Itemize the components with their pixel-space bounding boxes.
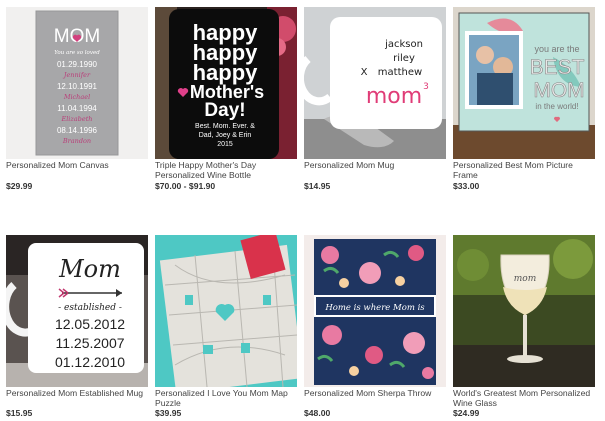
svg-text:Mom: Mom xyxy=(58,255,121,283)
svg-text:Dad, Joey & Erin: Dad, Joey & Erin xyxy=(199,132,252,139)
svg-text:Jennifer: Jennifer xyxy=(62,71,91,79)
svg-text:Elizabeth: Elizabeth xyxy=(60,115,92,123)
product-card[interactable]: Home is where Mom is Personalized Mom Sh… xyxy=(304,235,446,418)
product-image-picture-frame[interactable]: you are the BEST MOM in the world! xyxy=(453,7,595,159)
product-card[interactable]: Personalized I Love You Mom Map Puzzle $… xyxy=(155,235,297,418)
svg-text:Michael: Michael xyxy=(63,93,90,101)
product-card[interactable]: happy happy happy Mother's Day! Best. Mo… xyxy=(155,7,297,191)
product-price: $39.95 xyxy=(155,408,182,418)
product-price: $33.00 xyxy=(453,181,480,191)
svg-text:11.04.1994: 11.04.1994 xyxy=(57,104,97,113)
svg-text:BEST: BEST xyxy=(530,56,585,79)
product-image-mom-mug[interactable]: jackson riley matthew X mom 3 xyxy=(304,7,446,159)
svg-text:you are the: you are the xyxy=(534,44,579,54)
svg-text:Mother's: Mother's xyxy=(190,82,264,102)
svg-text:11.25.2007: 11.25.2007 xyxy=(55,335,124,351)
svg-text:2015: 2015 xyxy=(217,141,233,148)
product-name[interactable]: Personalized Best Mom Picture Frame xyxy=(453,160,595,180)
product-price: $14.95 xyxy=(304,181,331,191)
product-image-sherpa-throw[interactable]: Home is where Mom is xyxy=(304,235,446,387)
svg-text:12.10.1991: 12.10.1991 xyxy=(57,82,98,91)
svg-text:08.14.1996: 08.14.1996 xyxy=(57,126,98,135)
product-name[interactable]: Personalized Mom Established Mug xyxy=(6,388,148,398)
product-name[interactable]: Personalized Mom Sherpa Throw xyxy=(304,388,446,398)
product-image-wine-glass[interactable]: mom xyxy=(453,235,595,387)
svg-text:- established -: - established - xyxy=(58,303,122,313)
product-price: $24.99 xyxy=(453,408,480,418)
product-price: $70.00 - $91.90 xyxy=(155,181,216,191)
svg-text:Day!: Day! xyxy=(204,100,245,121)
product-image-mom-canvas[interactable]: MOM You are so loved 01.29.1990 Jennifer… xyxy=(6,7,148,159)
svg-text:Best. Mom. Ever. &: Best. Mom. Ever. & xyxy=(195,123,255,130)
product-card[interactable]: you are the BEST MOM in the world! Perso… xyxy=(453,7,595,191)
product-name[interactable]: Triple Happy Mother's Day Personalized W… xyxy=(155,160,297,180)
svg-text:Home is where Mom is: Home is where Mom is xyxy=(324,303,425,313)
svg-text:mom: mom xyxy=(366,84,422,109)
svg-text:You are so loved: You are so loved xyxy=(54,50,100,56)
svg-text:MOM: MOM xyxy=(533,79,584,102)
product-card[interactable]: jackson riley matthew X mom 3 Personaliz… xyxy=(304,7,446,191)
product-image-wine-bottle[interactable]: happy happy happy Mother's Day! Best. Mo… xyxy=(155,7,297,159)
product-price: $29.99 xyxy=(6,181,33,191)
product-name[interactable]: World's Greatest Mom Personalized Wine G… xyxy=(453,388,595,408)
svg-text:Brandon: Brandon xyxy=(62,137,91,145)
svg-text:3: 3 xyxy=(423,82,429,92)
svg-text:jackson: jackson xyxy=(384,39,423,50)
svg-text:in the world!: in the world! xyxy=(535,102,578,111)
svg-text:X: X xyxy=(361,67,368,78)
svg-text:matthew: matthew xyxy=(378,67,422,78)
svg-text:01.12.2010: 01.12.2010 xyxy=(55,354,125,370)
svg-text:riley: riley xyxy=(393,53,415,64)
product-name[interactable]: Personalized Mom Canvas xyxy=(6,160,148,170)
product-name[interactable]: Personalized I Love You Mom Map Puzzle xyxy=(155,388,297,408)
product-image-established-mug[interactable]: Mom - established - 12.05.2012 11.25.200… xyxy=(6,235,148,387)
svg-text:01.29.1990: 01.29.1990 xyxy=(57,60,98,69)
svg-text:mom: mom xyxy=(514,274,537,284)
product-card[interactable]: Mom - established - 12.05.2012 11.25.200… xyxy=(6,235,148,418)
product-image-map-puzzle[interactable] xyxy=(155,235,297,387)
product-card[interactable]: MOM You are so loved 01.29.1990 Jennifer… xyxy=(6,7,148,191)
svg-text:12.05.2012: 12.05.2012 xyxy=(55,316,125,332)
product-card[interactable]: mom World's Greatest Mom Personalized Wi… xyxy=(453,235,595,418)
product-name[interactable]: Personalized Mom Mug xyxy=(304,160,446,170)
product-price: $48.00 xyxy=(304,408,331,418)
product-price: $15.95 xyxy=(6,408,33,418)
